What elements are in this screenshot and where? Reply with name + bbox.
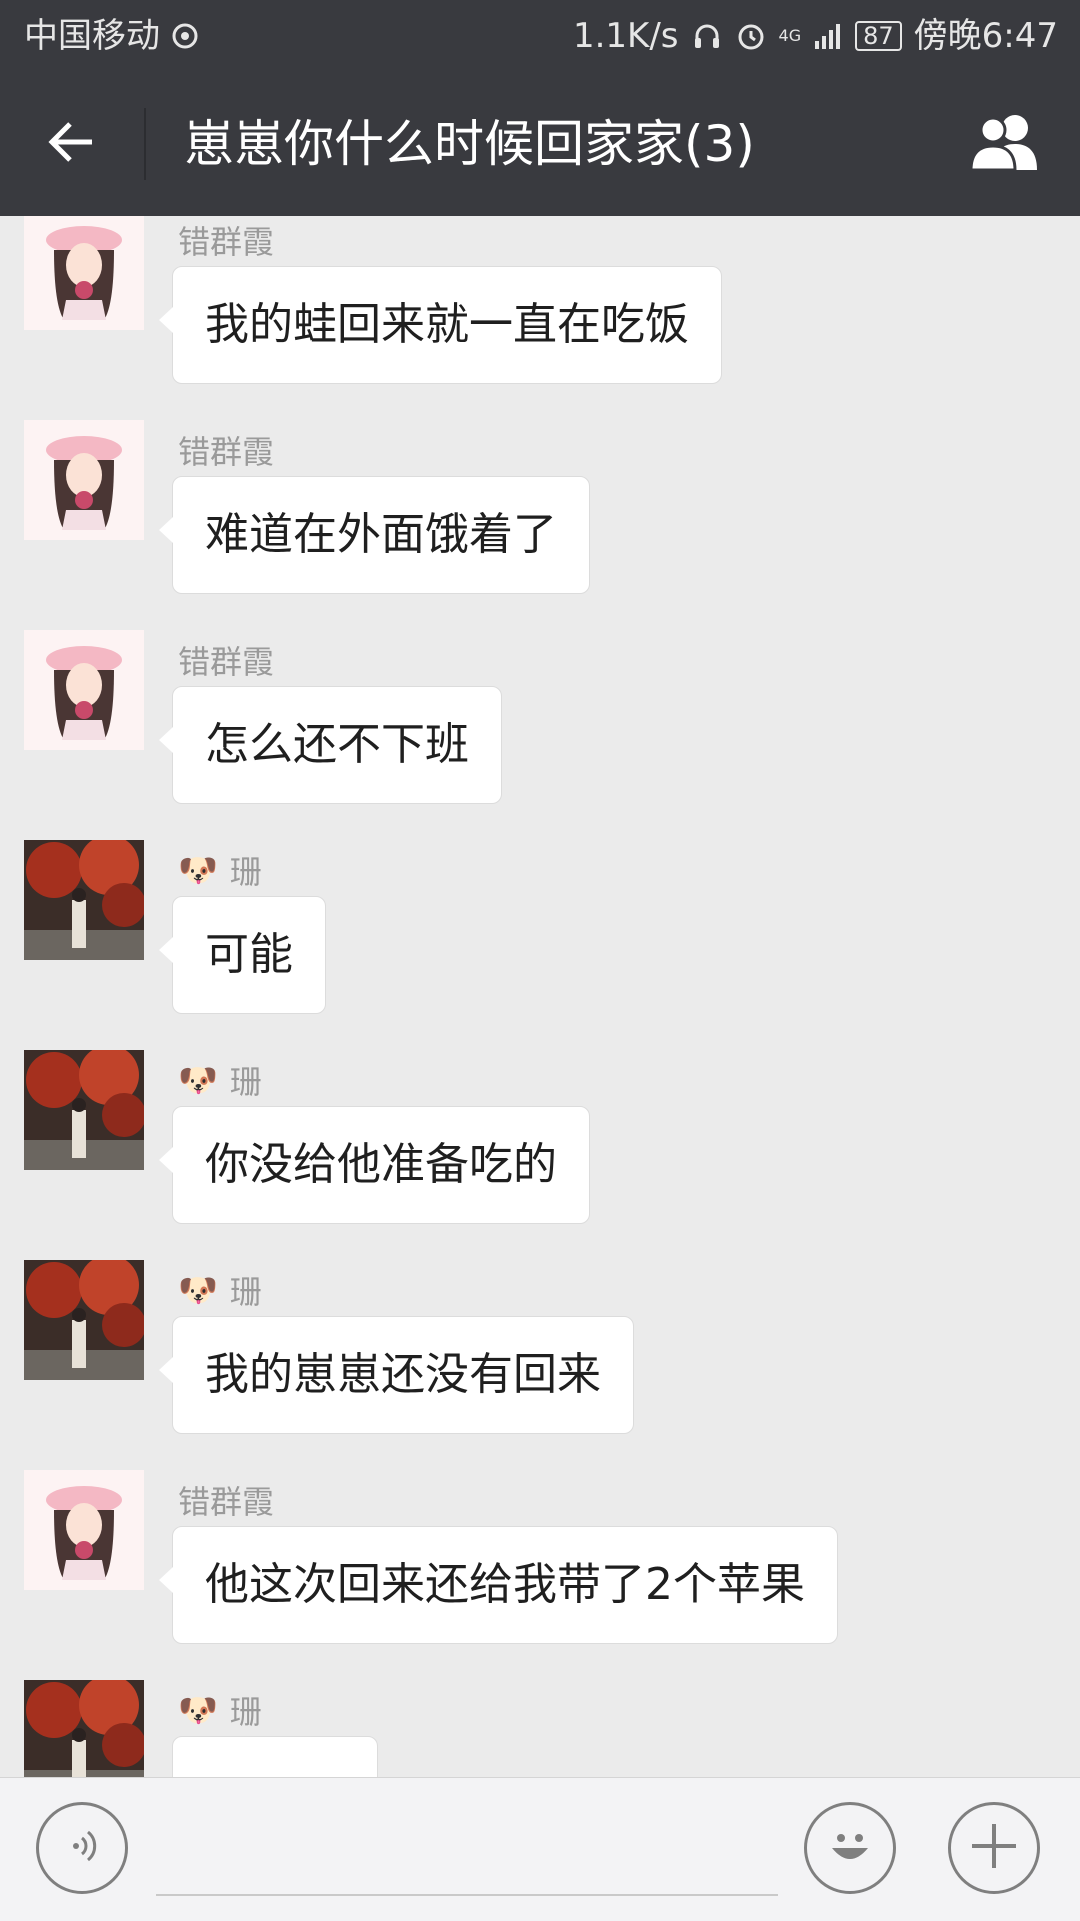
- sender-label: 珊: [229, 853, 262, 891]
- sender-name: 🐶 珊: [178, 1058, 262, 1102]
- dog-emoji-icon: 🐶: [178, 851, 218, 889]
- group-members-button[interactable]: [960, 108, 1050, 180]
- headphones-icon: [691, 20, 723, 52]
- more-button[interactable]: [948, 1802, 1040, 1894]
- message-bubble[interactable]: 你没给他准备吃的: [159, 1106, 590, 1224]
- sender-name: 🐶 珊: [178, 848, 262, 892]
- sender-label: 错群霞: [178, 1483, 275, 1521]
- carrier-label: 中国移动: [24, 16, 160, 56]
- sender-name: 错群霞: [178, 1478, 274, 1522]
- message-bubble[interactable]: 难道在外面饿着了: [159, 476, 590, 594]
- avatar[interactable]: [24, 840, 144, 960]
- battery-indicator: 87: [855, 21, 902, 51]
- sender-name: 🐶 珊: [178, 1268, 262, 1312]
- alarm-icon: [735, 20, 767, 52]
- avatar[interactable]: [24, 1680, 144, 1777]
- message-bubble[interactable]: 可能: [159, 896, 326, 1014]
- emoji-button[interactable]: [804, 1802, 896, 1894]
- header-divider: [144, 108, 146, 180]
- avatar[interactable]: [24, 1260, 144, 1380]
- message-list[interactable]: 错群霞 我的蛙回来就一直在吃饭 错群霞 难道在外面饿着了 错群霞 怎么还不下班 …: [0, 216, 1080, 1777]
- signal-bars-icon: [813, 21, 843, 51]
- status-bar: 中国移动 1.1K/s 4G 87 傍晚6:47: [0, 0, 1080, 72]
- avatar[interactable]: [24, 1050, 144, 1170]
- sender-label: 珊: [229, 1693, 262, 1731]
- network-type: 4G: [778, 26, 802, 45]
- message-input[interactable]: [156, 1808, 778, 1896]
- chat-header: 崽崽你什么时候回家家(3): [0, 72, 1080, 216]
- sender-label: 珊: [229, 1273, 262, 1311]
- voice-button[interactable]: [36, 1802, 128, 1894]
- sender-label: 珊: [229, 1063, 262, 1101]
- sender-name: 错群霞: [178, 638, 274, 682]
- dog-emoji-icon: 🐶: [178, 1271, 218, 1309]
- avatar[interactable]: [24, 216, 144, 330]
- group-members-icon: [963, 112, 1047, 176]
- voice-icon: [58, 1822, 106, 1874]
- dog-emoji-icon: 🐶: [178, 1691, 218, 1729]
- dog-emoji-icon: 🐶: [178, 1061, 218, 1099]
- smiley-icon: [820, 1816, 880, 1880]
- input-bar: [0, 1777, 1080, 1921]
- chat-title: 崽崽你什么时候回家家(3): [184, 115, 755, 173]
- avatar[interactable]: [24, 630, 144, 750]
- message-bubble[interactable]: 他这次回来还给我带了2个苹果: [159, 1526, 838, 1644]
- message-bubble[interactable]: [172, 1736, 378, 1777]
- signal-icon: 4G: [779, 28, 802, 44]
- message-bubble[interactable]: 我的蛙回来就一直在吃饭: [159, 266, 722, 384]
- sender-label: 错群霞: [178, 643, 275, 681]
- message-bubble[interactable]: 怎么还不下班: [159, 686, 502, 804]
- avatar[interactable]: [24, 420, 144, 540]
- sender-label: 错群霞: [178, 433, 275, 471]
- sync-icon: [170, 21, 200, 51]
- sender-name: 错群霞: [178, 428, 274, 472]
- message-bubble[interactable]: 我的崽崽还没有回来: [159, 1316, 634, 1434]
- avatar[interactable]: [24, 1470, 144, 1590]
- back-button[interactable]: [36, 108, 108, 180]
- sender-name: 🐶 珊: [178, 1688, 262, 1732]
- clock: 傍晚6:47: [913, 16, 1058, 56]
- plus-icon: [966, 1818, 1022, 1878]
- sender-name: 错群霞: [178, 218, 274, 262]
- sender-label: 错群霞: [178, 223, 275, 261]
- arrow-left-icon: [44, 114, 100, 174]
- network-speed: 1.1K/s: [572, 16, 679, 56]
